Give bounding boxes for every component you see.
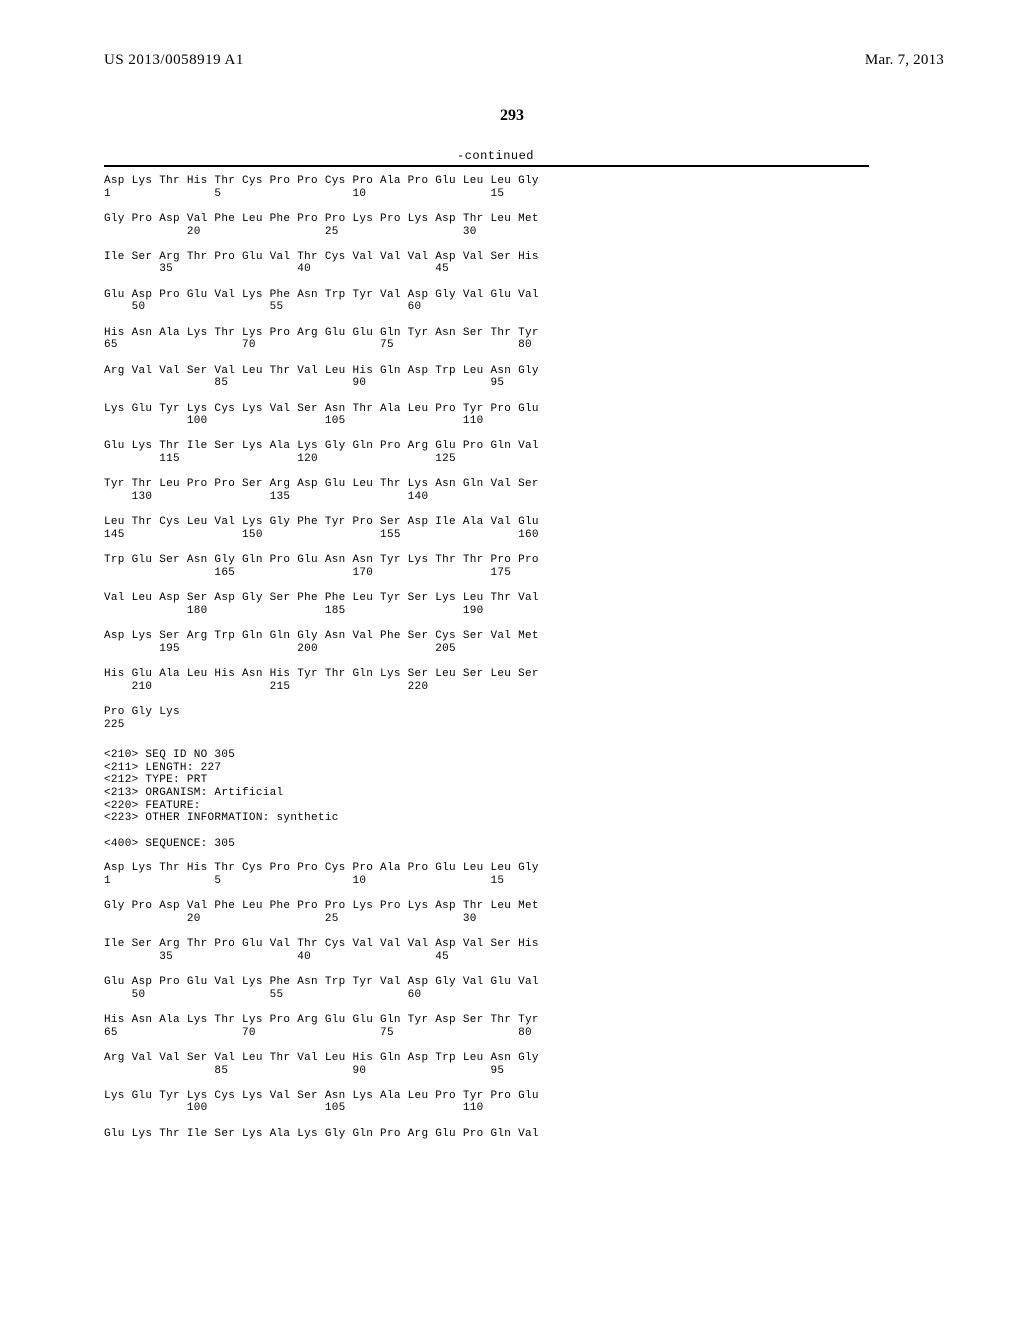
page-header: US 2013/0058919 A1 Mar. 7, 2013 xyxy=(0,0,1024,77)
sequence-header-block: <210> SEQ ID NO 305 <211> LENGTH: 227 <2… xyxy=(104,749,1024,850)
page-number: 293 xyxy=(0,107,1024,125)
sequence-listing-block-2: Asp Lys Thr His Thr Cys Pro Pro Cys Pro … xyxy=(104,862,1024,1140)
continued-label: -continued xyxy=(104,149,644,163)
publication-date: Mar. 7, 2013 xyxy=(865,52,944,69)
horizontal-rule xyxy=(104,165,869,167)
sequence-listing-block-1: Asp Lys Thr His Thr Cys Pro Pro Cys Pro … xyxy=(104,175,1024,731)
publication-number: US 2013/0058919 A1 xyxy=(104,52,244,69)
